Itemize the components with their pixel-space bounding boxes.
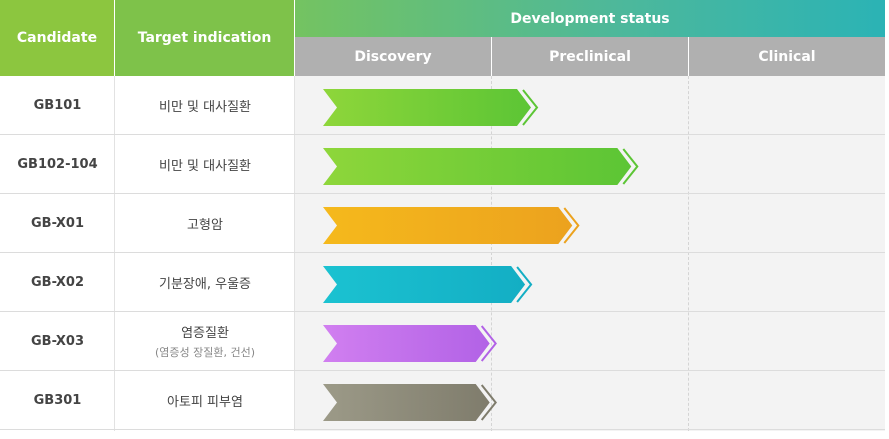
- stage-clinical: Clinical: [689, 37, 885, 76]
- stage-preclinical: Preclinical: [492, 37, 689, 76]
- progress-arrow-shape: [323, 266, 533, 303]
- target-label: 비만 및 대사질환: [159, 158, 251, 174]
- progress-arrow-body: [323, 384, 490, 421]
- target-label: 기분장애, 우울증: [159, 276, 251, 292]
- progress-arrow-shape: [323, 89, 539, 126]
- pipeline-body: GB101 비만 및 대사질환 GB102-104 비만 및 대사질환 GB-X…: [0, 76, 885, 431]
- header-development-status: Development status: [295, 0, 885, 37]
- progress-arrow-shape: [323, 325, 497, 362]
- pipeline-row: GB-X01 고형암: [0, 194, 885, 253]
- target-label: 염증질환: [181, 326, 229, 341]
- progress-arrow-body: [323, 207, 573, 244]
- pipeline-row: GB-X03 염증질환 (염증성 장질환, 건선): [0, 312, 885, 371]
- target-indication: 비만 및 대사질환: [115, 135, 295, 193]
- target-indication: 고형암: [115, 194, 295, 252]
- progress-arrow-shape: [323, 384, 497, 421]
- progress-arrow: [323, 266, 537, 303]
- stage-discovery: Discovery: [295, 37, 492, 76]
- candidate-name: GB102-104: [17, 156, 98, 172]
- target-indication: 비만 및 대사질환: [115, 76, 295, 134]
- progress-arrow: [323, 325, 502, 362]
- pipeline-table: Candidate Target indication Development …: [0, 0, 885, 431]
- target-indication: 아토피 피부염: [115, 371, 295, 429]
- candidate-name: GB-X03: [30, 333, 85, 349]
- progress-arrow-body: [323, 325, 490, 362]
- progress-arrow: [323, 384, 502, 421]
- header-candidate: Candidate: [0, 0, 115, 76]
- pipeline-row: GB102-104 비만 및 대사질환: [0, 135, 885, 194]
- target-label: 고형암: [187, 217, 223, 233]
- header-target-indication: Target indication: [115, 0, 295, 76]
- pipeline-row: GB301 아토피 피부염: [0, 371, 885, 430]
- target-label: 아토피 피부염: [167, 394, 243, 410]
- progress-arrow-body: [323, 148, 632, 185]
- target-indication: 기분장애, 우울증: [115, 253, 295, 311]
- target-label: 비만 및 대사질환: [159, 99, 251, 115]
- candidate-name: GB301: [33, 392, 82, 408]
- progress-arrow: [323, 148, 643, 185]
- candidate-name: GB101: [33, 97, 82, 113]
- candidate-name: GB-X01: [30, 215, 85, 231]
- progress-arrow-body: [323, 89, 531, 126]
- pipeline-row: GB-X02 기분장애, 우울증: [0, 253, 885, 312]
- progress-arrow-shape: [323, 207, 580, 244]
- candidate-name: GB-X02: [30, 274, 85, 290]
- progress-arrow-shape: [323, 148, 639, 185]
- target-sublabel: (염증성 장질환, 건선): [154, 346, 256, 359]
- progress-arrow-body: [323, 266, 526, 303]
- progress-arrow: [323, 207, 584, 244]
- target-indication: 염증질환 (염증성 장질환, 건선): [115, 312, 295, 370]
- progress-arrow: [323, 89, 543, 126]
- pipeline-row: GB101 비만 및 대사질환: [0, 76, 885, 135]
